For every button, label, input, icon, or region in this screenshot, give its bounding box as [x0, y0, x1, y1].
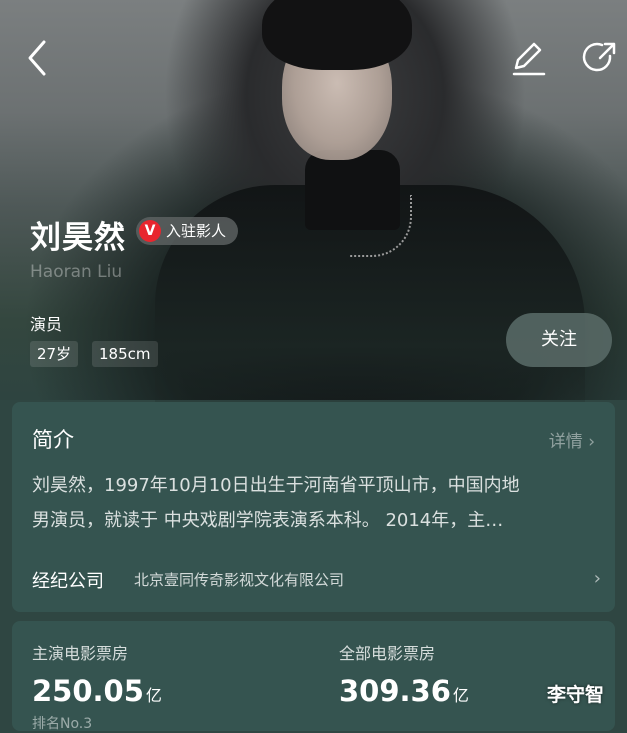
chevron-right-icon[interactable]: ›: [594, 568, 601, 589]
agency-name[interactable]: 北京壹同传奇影视文化有限公司: [134, 569, 344, 590]
intro-line-2: 男演员，就读于 中央戏剧学院表演系本科。 2014年，主…: [32, 510, 504, 531]
lead-box-office-label: 主演电影票房: [32, 644, 129, 663]
watermark-text: 李守智: [547, 684, 605, 706]
lead-box-office-unit: 亿: [145, 686, 162, 705]
photo-hair: [262, 0, 412, 70]
intro-detail-label: 详情: [548, 432, 583, 452]
lead-box-office-number: 250.05: [32, 674, 144, 708]
verified-badge-label: 入驻影人: [166, 222, 227, 240]
edit-pencil-icon[interactable]: [508, 38, 548, 78]
total-box-office-label: 全部电影票房: [339, 644, 436, 663]
share-icon[interactable]: [580, 38, 620, 78]
age-tag: 27岁: [30, 341, 79, 367]
back-arrow-icon[interactable]: [18, 38, 58, 78]
english-name: Haoran Liu: [30, 262, 123, 282]
verified-badge[interactable]: V 入驻影人: [136, 217, 239, 245]
intro-card: 简介 详情 › 刘昊然，1997年10月10日出生于河南省平顶山市，中国内地 男…: [12, 402, 615, 612]
height-tag: 185cm: [92, 341, 158, 367]
verified-v-icon: V: [139, 220, 161, 242]
intro-line-1: 刘昊然，1997年10月10日出生于河南省平顶山市，中国内地: [32, 475, 520, 496]
box-office-card: 主演电影票房 250.05 亿 排名No.3 全部电影票房 309.36 亿: [12, 621, 615, 732]
total-box-office-number: 309.36: [339, 674, 451, 708]
intro-text[interactable]: 刘昊然，1997年10月10日出生于河南省平顶山市，中国内地 男演员，就读于 中…: [32, 468, 604, 538]
actor-role: 演员: [30, 315, 63, 334]
agency-label: 经纪公司: [32, 571, 104, 592]
total-box-office-value[interactable]: 309.36 亿: [339, 674, 469, 708]
total-box-office-unit: 亿: [452, 686, 469, 705]
chevron-right-icon: ›: [588, 432, 595, 452]
actor-name: 刘昊然: [30, 220, 126, 256]
intro-title: 简介: [32, 428, 74, 452]
lead-box-office-value[interactable]: 250.05 亿: [32, 674, 162, 708]
lead-box-office-rank: 排名No.3: [32, 716, 93, 732]
follow-button[interactable]: 关注: [506, 313, 612, 367]
intro-detail-link[interactable]: 详情 ›: [549, 427, 595, 452]
